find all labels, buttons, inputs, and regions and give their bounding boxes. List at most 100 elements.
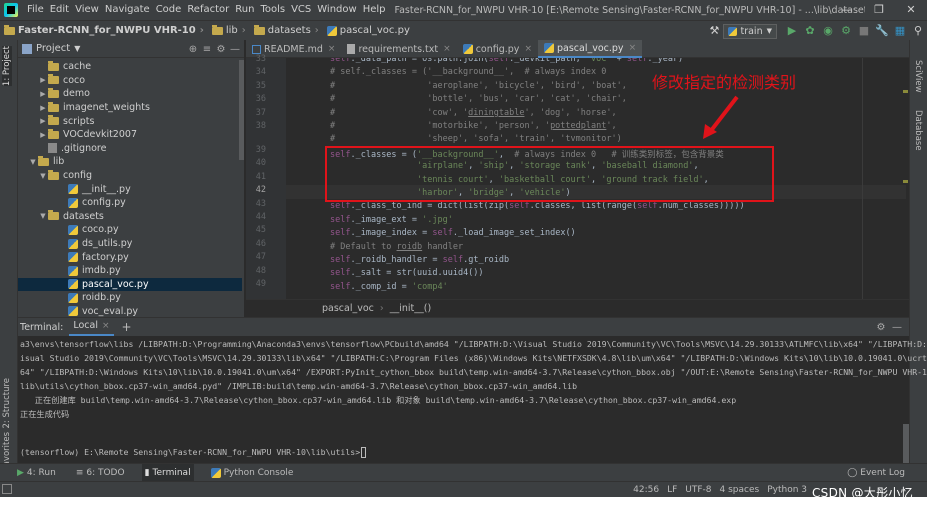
folder-icon <box>4 24 15 35</box>
gear-icon[interactable]: ⚙ <box>214 44 228 55</box>
tree-item-scripts[interactable]: ▶ scripts <box>18 114 242 128</box>
breadcrumb-datasets[interactable]: datasets › <box>250 24 323 36</box>
collapse-all-icon[interactable]: ≡ <box>200 44 214 55</box>
sciview-tool-tab[interactable]: SciView <box>913 60 923 93</box>
breadcrumb-lib[interactable]: lib › <box>208 24 250 36</box>
close-icon[interactable]: × <box>443 44 451 54</box>
indent-setting[interactable]: 4 spaces <box>720 485 760 495</box>
tree-item-factory-py[interactable]: factory.py <box>18 250 242 264</box>
editor-scrollbar[interactable] <box>901 60 909 299</box>
close-icon[interactable]: × <box>524 44 532 54</box>
stop-icon[interactable]: ■ <box>855 21 873 41</box>
menu-file[interactable]: File <box>24 0 47 20</box>
tree-item-config-folder[interactable]: ▼ config <box>18 169 242 183</box>
menu-edit[interactable]: Edit <box>47 0 72 20</box>
tab-pascal-voc-py[interactable]: pascal_voc.py × <box>537 40 643 58</box>
tab-requirements[interactable]: requirements.txt × <box>341 40 456 58</box>
close-icon[interactable]: ✕ <box>895 0 927 20</box>
add-terminal-icon[interactable]: + <box>122 320 132 334</box>
close-icon[interactable]: × <box>328 44 336 54</box>
terminal-scroll-thumb[interactable] <box>903 424 909 464</box>
tree-item-coco-folder[interactable]: ▶ coco <box>18 74 242 88</box>
tree-item-init-py[interactable]: __init__.py <box>18 182 242 196</box>
line-number: 33 <box>255 54 266 64</box>
run-icon[interactable]: ▶ <box>783 21 801 41</box>
menu-code[interactable]: Code <box>153 0 185 20</box>
markdown-file-icon <box>252 44 261 54</box>
tree-item-demo[interactable]: ▶ demo <box>18 87 242 101</box>
menu-tools[interactable]: Tools <box>257 0 288 20</box>
tree-item-pascal-voc-py[interactable]: pascal_voc.py <box>18 277 242 292</box>
terminal-output[interactable]: a3\envs\tensorflow\libs /LIBPATH:D:\Prog… <box>18 338 927 464</box>
chevron-down-icon: ▼ <box>40 212 46 221</box>
run-tool-button[interactable]: ▶ 4: Run <box>14 464 59 482</box>
breadcrumb-method[interactable]: __init__() <box>390 303 431 314</box>
menu-refactor[interactable]: Refactor <box>184 0 232 20</box>
gear-icon[interactable]: ⚙ <box>873 322 889 333</box>
file-encoding[interactable]: UTF-8 <box>685 485 711 495</box>
structure-tool-tab[interactable]: 2: Structure <box>2 378 12 429</box>
window-controls: — ❐ ✕ <box>831 0 927 20</box>
tree-item-ds-utils-py[interactable]: ds_utils.py <box>18 237 242 251</box>
tree-item-imagenet-weights[interactable]: ▶ imagenet_weights <box>18 101 242 115</box>
breadcrumb-project[interactable]: Faster-RCNN_for_NWPU VHR-10 › <box>0 24 208 36</box>
tree-item-config-py[interactable]: config.py <box>18 196 242 210</box>
database-tool-tab[interactable]: Database <box>913 110 923 151</box>
menu-help[interactable]: Help <box>360 0 389 20</box>
folder-icon <box>48 101 59 112</box>
breadcrumb-file[interactable]: pascal_voc.py <box>323 25 410 36</box>
tree-item-imdb-py[interactable]: imdb.py <box>18 264 242 278</box>
minimize-icon[interactable]: — <box>831 0 863 20</box>
menu-vcs[interactable]: VCS <box>288 0 314 20</box>
project-tool-tab[interactable]: 1: Project <box>2 46 12 87</box>
settings-wrench-icon[interactable]: 🔧 <box>873 21 891 41</box>
toggle-tool-windows-icon[interactable] <box>2 484 12 494</box>
project-scrollbar[interactable] <box>239 60 244 160</box>
code-line: self._salt = str(uuid.uuid4()) <box>330 268 484 279</box>
tree-item-roidb-py[interactable]: roidb.py <box>18 291 242 305</box>
tab-config-py[interactable]: config.py × <box>457 40 538 58</box>
tree-item-cache[interactable]: cache <box>18 60 242 74</box>
tree-item-coco-py[interactable]: coco.py <box>18 223 242 237</box>
line-separator[interactable]: LF <box>667 485 677 495</box>
menu-navigate[interactable]: Navigate <box>102 0 153 20</box>
menu-window[interactable]: Window <box>314 0 359 20</box>
debug-icon[interactable]: ✿ <box>801 21 819 41</box>
tree-item-datasets[interactable]: ▼ datasets <box>18 210 242 224</box>
coverage-icon[interactable]: ◉ <box>819 21 837 41</box>
python-console-tool-button[interactable]: Python Console <box>208 464 297 482</box>
tree-item-vocdevkit2007[interactable]: ▶ VOCdevkit2007 <box>18 128 242 142</box>
python-file-icon <box>68 252 78 263</box>
breadcrumb-class[interactable]: pascal_voc <box>322 303 374 314</box>
python-interpreter[interactable]: Python 3 <box>767 485 807 495</box>
event-log-button[interactable]: ◯ Event Log <box>847 464 905 482</box>
locate-icon[interactable]: ⊕ <box>186 44 200 55</box>
search-icon[interactable]: ⚲ <box>909 21 927 41</box>
hide-icon[interactable]: — <box>228 44 242 55</box>
chevron-right-icon: ▶ <box>40 117 46 126</box>
terminal-tab-local[interactable]: Local × <box>69 318 114 336</box>
tree-item-label: datasets <box>63 210 104 222</box>
run-tool-label: 4: Run <box>26 467 56 478</box>
menu-run[interactable]: Run <box>232 0 257 20</box>
build-hammer-icon[interactable]: ⚒ <box>705 21 723 41</box>
terminal-prompt[interactable]: (tensorflow) E:\Remote Sensing\Faster-RC… <box>20 446 367 458</box>
structure-icon[interactable]: ▦ <box>891 21 909 41</box>
close-icon[interactable]: × <box>629 43 637 53</box>
terminal-tools: ⚙ — <box>873 318 905 336</box>
run-configuration-select[interactable]: train ▼ <box>723 23 777 39</box>
terminal-tool-button[interactable]: ▮ Terminal <box>141 463 194 482</box>
close-icon[interactable]: × <box>102 318 110 334</box>
terminal-scrollbar[interactable] <box>903 338 909 464</box>
todo-tool-button[interactable]: ≡ 6: TODO <box>73 464 128 482</box>
terminal-prompt-text: (tensorflow) E:\Remote Sensing\Faster-RC… <box>20 447 361 457</box>
menu-view[interactable]: View <box>72 0 102 20</box>
tree-item-gitignore[interactable]: .gitignore <box>18 142 242 156</box>
cursor-position[interactable]: 42:56 <box>633 485 659 495</box>
profile-icon[interactable]: ⚙ <box>837 21 855 41</box>
hide-icon[interactable]: — <box>889 322 905 333</box>
tree-item-label: cache <box>63 61 92 73</box>
tree-item-lib[interactable]: ▼ lib <box>18 155 242 169</box>
tree-item-label: lib <box>53 156 65 168</box>
restore-icon[interactable]: ❐ <box>863 0 895 20</box>
